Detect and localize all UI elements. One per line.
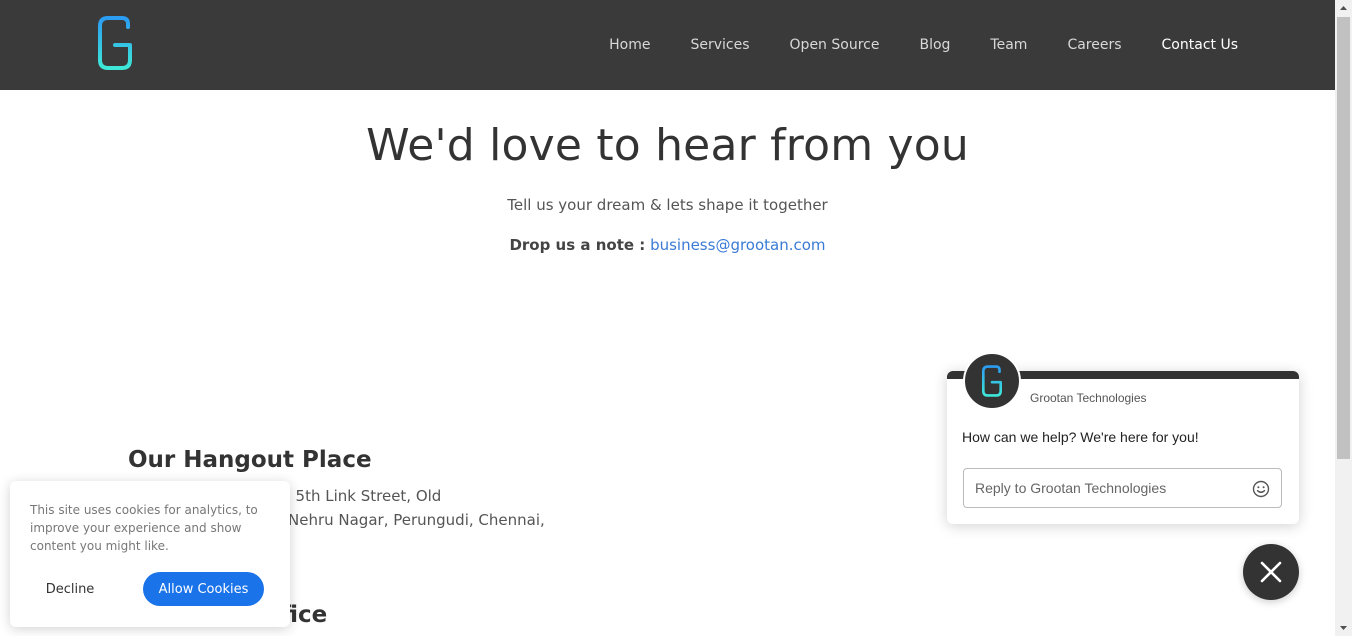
nav-services[interactable]: Services: [690, 37, 749, 53]
nav-open-source[interactable]: Open Source: [790, 37, 880, 53]
grootan-logo-icon[interactable]: [96, 15, 134, 71]
cookie-text: This site uses cookies for analytics, to…: [30, 503, 258, 553]
nav-contact-us[interactable]: Contact Us: [1162, 37, 1238, 53]
main-nav: Home Services Open Source Blog Team Care…: [569, 0, 1238, 90]
note-label: Drop us a note :: [509, 236, 646, 254]
page: Home Services Open Source Blog Team Care…: [0, 0, 1352, 636]
contact-note: Drop us a note : business@grootan.com: [0, 236, 1335, 254]
close-icon: [1260, 561, 1282, 583]
nav-blog[interactable]: Blog: [919, 37, 950, 53]
page-scrollbar[interactable]: [1335, 0, 1352, 636]
grootan-avatar-icon: [982, 365, 1002, 397]
chat-widget: Grootan Technologies How can we help? We…: [947, 352, 1299, 524]
smiley-icon[interactable]: [1252, 480, 1270, 498]
contact-email-link[interactable]: business@grootan.com: [650, 236, 825, 254]
decline-cookies-button[interactable]: Decline: [34, 572, 106, 606]
nav-team[interactable]: Team: [990, 37, 1027, 53]
chat-message: How can we help? We're here for you!: [962, 429, 1199, 445]
page-title: We'd love to hear from you: [366, 120, 969, 171]
allow-cookies-button[interactable]: Allow Cookies: [143, 572, 264, 606]
page-subtitle: Tell us your dream & lets shape it toget…: [507, 196, 828, 214]
chat-reply-input[interactable]: [963, 468, 1282, 508]
nav-careers[interactable]: Careers: [1067, 37, 1121, 53]
site-header: Home Services Open Source Blog Team Care…: [0, 0, 1335, 90]
nav-home[interactable]: Home: [609, 37, 650, 53]
chat-company-name: Grootan Technologies: [1030, 391, 1147, 405]
hangout-title: Our Hangout Place: [128, 447, 372, 473]
scroll-down-arrow-icon[interactable]: [1335, 619, 1352, 636]
chat-close-button[interactable]: [1243, 544, 1299, 600]
chat-avatar: [963, 352, 1021, 410]
scroll-up-arrow-icon[interactable]: [1335, 0, 1352, 17]
scrollbar-thumb[interactable]: [1337, 17, 1350, 459]
cookie-banner: This site uses cookies for analytics, to…: [10, 481, 290, 627]
